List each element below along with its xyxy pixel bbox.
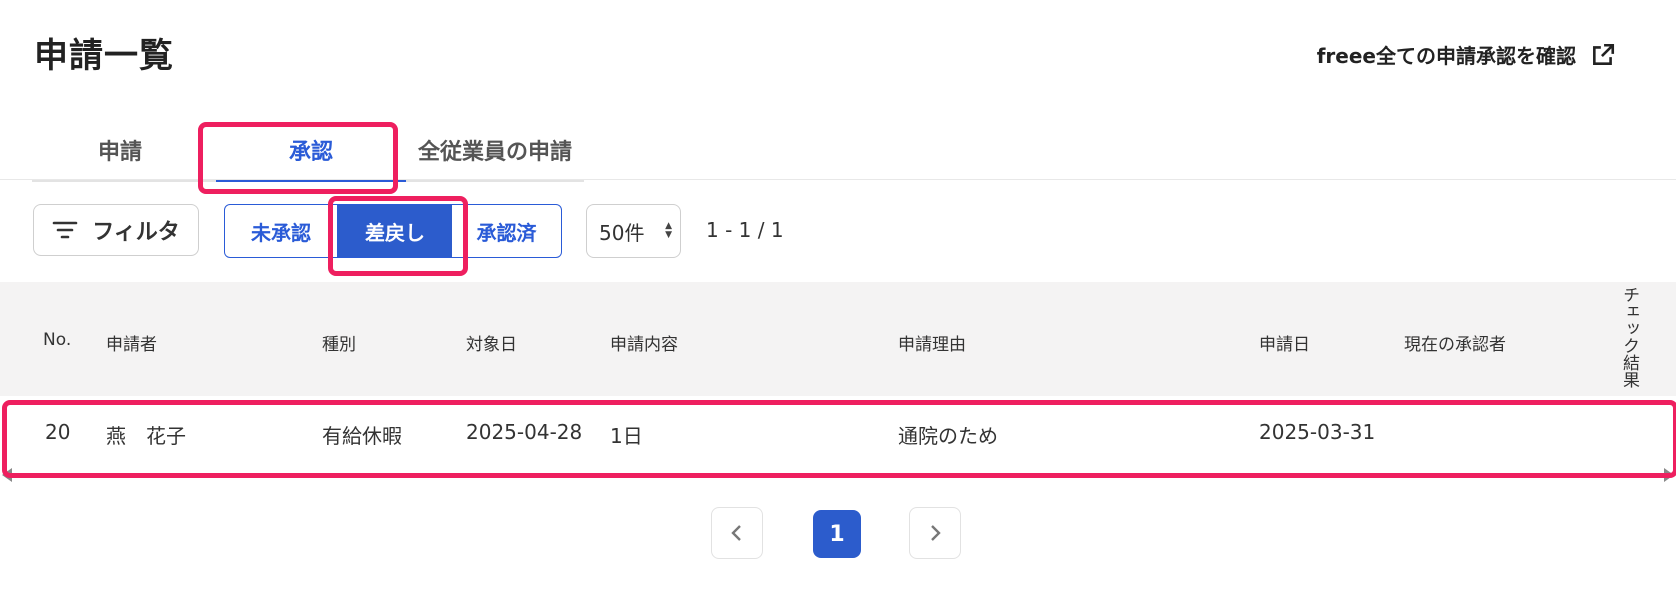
tab-approvals[interactable]: 承認 (208, 120, 414, 182)
table-row[interactable] (0, 402, 1676, 466)
column-header-type: 種別 (322, 335, 356, 355)
chevron-left-icon (731, 525, 741, 541)
chevron-right-icon (931, 525, 941, 541)
filter-label: フィルタ (92, 220, 180, 245)
external-link-icon (1593, 43, 1615, 65)
segment-returned[interactable]: 差戻し (338, 205, 452, 257)
column-header-no: No. (43, 330, 72, 350)
external-link-label: freee全ての申請承認を確認 (1316, 44, 1576, 68)
cell-type: 有給休暇 (322, 424, 402, 448)
per-page-value: 50件 (599, 220, 645, 245)
column-header-applicant: 申請者 (106, 335, 157, 355)
result-count: 1 - 1 / 1 (706, 218, 784, 242)
column-header-content: 申請内容 (610, 335, 678, 355)
scroll-right-icon[interactable] (1664, 468, 1674, 482)
tab-bar: 申請 承認 全従業員の申請 (32, 120, 584, 182)
filter-button[interactable]: フィルタ (33, 204, 199, 256)
cell-no: 20 (45, 420, 71, 444)
scroll-left-icon[interactable] (2, 468, 12, 482)
tab-requests[interactable]: 申請 (32, 120, 208, 180)
status-segmented-control: 未承認 差戻し 承認済 (224, 204, 562, 258)
pagination-prev-button[interactable] (711, 507, 763, 559)
external-approvals-link[interactable]: freee全ての申請承認を確認 (1317, 40, 1616, 69)
column-header-check-result: チェック結果 (1619, 286, 1639, 388)
column-header-current-approver: 現在の承認者 (1404, 335, 1506, 355)
tab-all-employees[interactable]: 全従業員の申請 (406, 120, 584, 180)
column-header-reason: 申請理由 (898, 335, 966, 355)
segment-unapproved[interactable]: 未承認 (225, 205, 338, 257)
per-page-select[interactable]: 50件 ▲ ▼ (586, 204, 681, 258)
cell-target-date: 2025-04-28 (466, 420, 583, 444)
horizontal-scrollbar[interactable] (0, 466, 1676, 486)
segment-approved[interactable]: 承認済 (452, 205, 561, 257)
cell-content: 1日 (610, 424, 643, 448)
column-header-apply-date: 申請日 (1259, 335, 1310, 355)
select-arrows-icon: ▲ ▼ (665, 221, 672, 240)
cell-reason: 通院のため (898, 424, 998, 448)
pagination-page-1[interactable]: 1 (813, 510, 861, 558)
cell-applicant: 燕 花子 (106, 424, 186, 448)
cell-apply-date: 2025-03-31 (1259, 420, 1376, 444)
page-title: 申請一覧 (34, 36, 174, 76)
tab-divider (0, 179, 1676, 180)
column-header-target-date: 対象日 (466, 335, 517, 355)
pagination-next-button[interactable] (909, 507, 961, 559)
filter-icon (52, 221, 78, 239)
